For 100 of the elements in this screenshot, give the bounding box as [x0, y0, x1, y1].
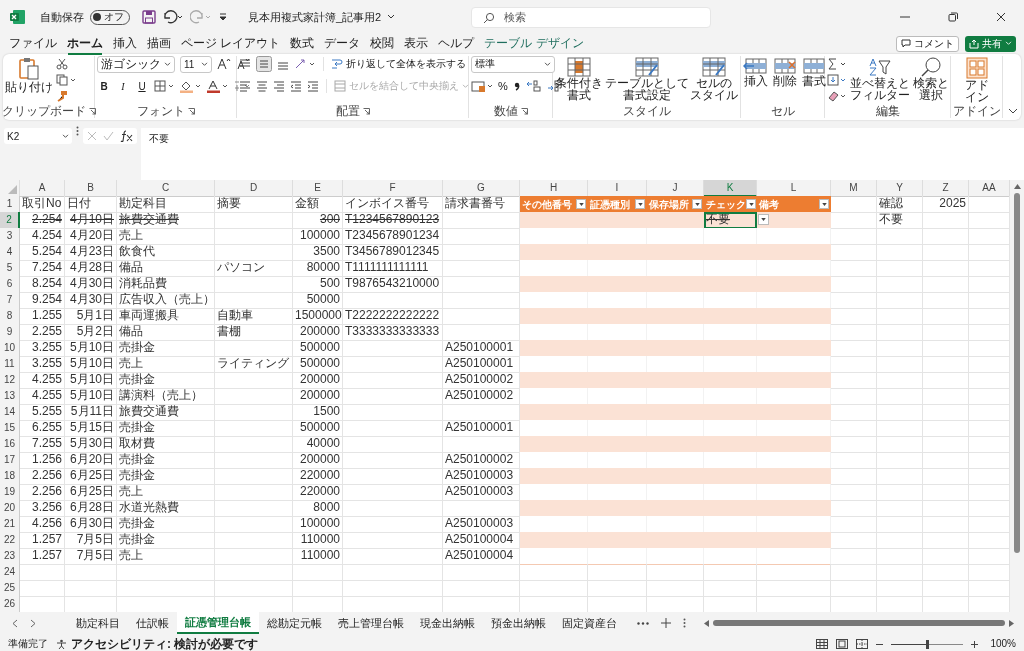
empty-cell[interactable] [877, 500, 923, 517]
fill-color-icon[interactable] [179, 79, 201, 93]
sheet-cell[interactable]: 売上 [117, 228, 215, 245]
table-cell[interactable] [704, 548, 757, 565]
empty-cell[interactable] [65, 580, 117, 597]
sheet-cell[interactable]: 6月25日 [65, 468, 117, 485]
sheet-cell[interactable]: 500000 [293, 420, 343, 437]
sheet-cell[interactable]: 5.254 [20, 244, 65, 261]
close-icon[interactable] [996, 12, 1006, 22]
sheet-cell[interactable]: 3.255 [20, 356, 65, 373]
sheet-cell[interactable]: 4.254 [20, 228, 65, 245]
sheet-cell[interactable]: 1500000 [293, 308, 343, 325]
caret-icon[interactable] [387, 14, 396, 20]
empty-cell[interactable] [877, 564, 923, 581]
column-header[interactable]: Z [923, 180, 969, 197]
empty-cell[interactable] [343, 340, 443, 357]
sheet-cell[interactable]: 9.254 [20, 292, 65, 309]
scroll-right-icon[interactable] [1009, 619, 1014, 627]
horizontal-scrollbar[interactable] [704, 619, 1014, 627]
sheet-cell[interactable]: 40000 [293, 436, 343, 453]
empty-cell[interactable] [215, 580, 293, 597]
column-header[interactable]: Y [877, 180, 923, 197]
empty-cell[interactable] [215, 212, 293, 229]
zoom-level[interactable]: 100% [990, 638, 1016, 650]
empty-cell[interactable] [923, 340, 969, 357]
empty-cell[interactable] [923, 260, 969, 277]
grow-font-icon[interactable] [217, 58, 231, 70]
empty-cell[interactable] [215, 388, 293, 405]
sheet-cell[interactable]: T3456789012345 [343, 244, 443, 261]
sheet-cell[interactable]: 2.256 [20, 484, 65, 501]
empty-cell[interactable] [520, 564, 588, 581]
empty-cell[interactable] [215, 292, 293, 309]
orientation-icon[interactable] [294, 58, 316, 70]
dialog-launcher-icon[interactable] [88, 107, 96, 115]
sheet-tab[interactable]: 預金出納帳 [483, 612, 554, 634]
empty-cell[interactable] [215, 564, 293, 581]
sheet-cell[interactable]: 110000 [293, 532, 343, 549]
sheet-cell[interactable]: 4月30日 [65, 292, 117, 309]
sheet-cell[interactable]: 備品 [117, 324, 215, 341]
empty-cell[interactable] [343, 516, 443, 533]
align-left-icon[interactable] [239, 80, 251, 92]
comma-style-icon[interactable] [512, 80, 521, 92]
sheet-cell[interactable]: 3.256 [20, 500, 65, 517]
sheet-cell[interactable]: 220000 [293, 468, 343, 485]
empty-cell[interactable] [215, 548, 293, 565]
empty-cell[interactable] [343, 500, 443, 517]
sheet-cell[interactable]: T2345678901234 [343, 228, 443, 245]
page-break-icon[interactable] [856, 639, 869, 649]
empty-cell[interactable] [923, 228, 969, 245]
sheet-cell[interactable]: 水道光熱費 [117, 500, 215, 517]
ribbon-tab[interactable]: ファイル [4, 33, 62, 54]
empty-cell[interactable] [343, 436, 443, 453]
empty-cell[interactable] [877, 580, 923, 597]
empty-cell[interactable] [215, 372, 293, 389]
empty-cell[interactable] [877, 404, 923, 421]
empty-cell[interactable] [877, 436, 923, 453]
empty-cell[interactable] [923, 580, 969, 597]
ribbon-button[interactable]: 並べ替えと フィルター [850, 56, 910, 101]
comment-button[interactable]: コメント [896, 35, 959, 52]
undo-icon[interactable] [162, 10, 184, 24]
empty-cell[interactable] [588, 580, 647, 597]
sheet-tab[interactable]: 勘定科目 [68, 612, 128, 634]
sheet-cell[interactable]: 5月11日 [65, 404, 117, 421]
empty-cell[interactable] [923, 500, 969, 517]
sheet-cell[interactable]: 8.254 [20, 276, 65, 293]
empty-cell[interactable] [293, 564, 343, 581]
sheet-cell[interactable]: 2025 [923, 196, 969, 213]
copy-icon[interactable] [56, 74, 76, 86]
sheet-cell[interactable]: 1500 [293, 404, 343, 421]
cancel-icon[interactable] [87, 131, 97, 141]
ribbon-tab[interactable]: 挿入 [108, 33, 142, 54]
sheet-cell[interactable]: 広告収入（売上） [117, 292, 215, 309]
format-painter-icon[interactable] [56, 90, 68, 102]
sheet-cell[interactable]: 200000 [293, 388, 343, 405]
sheet-cell[interactable]: 500 [293, 276, 343, 293]
empty-cell[interactable] [877, 276, 923, 293]
sheet-tab[interactable]: 証憑管理台帳 [177, 612, 259, 634]
empty-cell[interactable] [877, 452, 923, 469]
eraser-icon[interactable] [827, 90, 847, 102]
page-layout-icon[interactable] [836, 639, 849, 649]
ribbon-button[interactable]: テーブルとして 書式設定 [604, 56, 689, 101]
paste-button[interactable]: 貼り付け [5, 56, 53, 93]
sheet-cell[interactable]: 飲食代 [117, 244, 215, 261]
empty-cell[interactable] [757, 580, 831, 597]
sheet-cell[interactable]: 50000 [293, 292, 343, 309]
empty-cell[interactable] [343, 532, 443, 549]
sheet-cell[interactable]: 売掛金 [117, 532, 215, 549]
empty-cell[interactable] [877, 532, 923, 549]
vertical-scrollbar[interactable] [1010, 180, 1024, 612]
sheet-cell[interactable]: 500000 [293, 356, 343, 373]
insert-function-icon[interactable] [120, 130, 133, 142]
number-format-field[interactable]: 標準 [471, 55, 555, 73]
empty-cell[interactable] [65, 564, 117, 581]
empty-cell[interactable] [877, 308, 923, 325]
more-icon[interactable] [76, 126, 79, 136]
redo-icon[interactable] [190, 10, 212, 24]
empty-cell[interactable] [923, 404, 969, 421]
column-header[interactable]: C [117, 180, 215, 197]
accessibility-status[interactable]: アクセシビリティ: 検討が必要です [71, 638, 259, 650]
scroll-up-icon[interactable] [1013, 184, 1021, 189]
